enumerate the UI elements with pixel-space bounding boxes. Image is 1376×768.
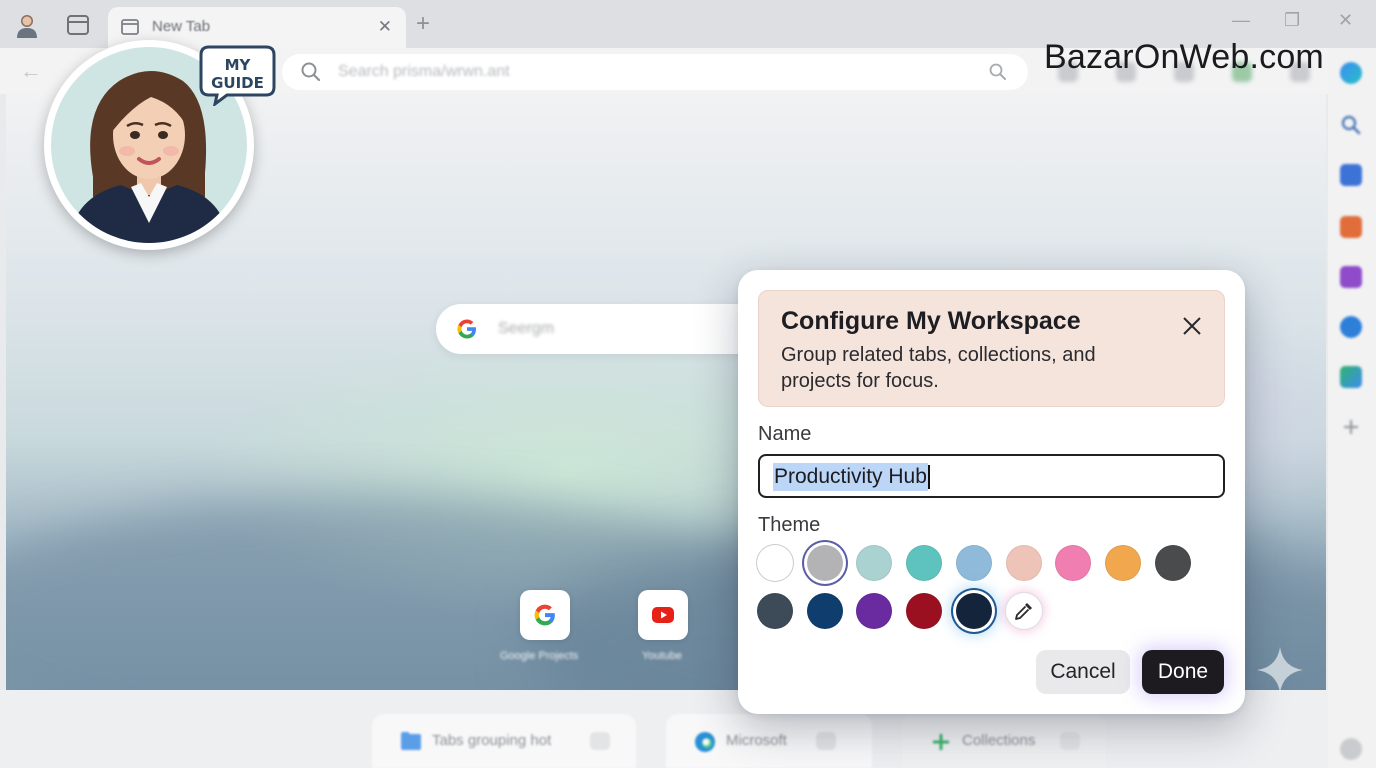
bubble-line-my: MY	[224, 56, 251, 74]
edge-icon	[694, 731, 716, 752]
tab-group-item[interactable]: Collections	[902, 714, 1106, 768]
tab-actions-icon[interactable]	[66, 14, 90, 36]
theme-swatch[interactable]	[806, 593, 843, 629]
bubble-line-guide: GUIDE	[211, 74, 264, 92]
eyedropper-icon	[1015, 603, 1032, 620]
theme-swatch[interactable]	[906, 593, 943, 629]
youtube-icon	[652, 607, 674, 623]
cancel-button[interactable]: Cancel	[1036, 650, 1130, 694]
theme-label: Theme	[758, 514, 821, 536]
sparkle-icon	[1257, 647, 1303, 693]
maximize-icon[interactable]: ❐	[1284, 10, 1300, 31]
settings-gear-icon[interactable]	[1340, 738, 1362, 760]
tab-group-label: Collections	[962, 732, 1036, 749]
tab-title: New Tab	[152, 18, 211, 35]
google-icon	[456, 318, 478, 340]
configure-workspace-dialog: Configure My Workspace Group related tab…	[738, 270, 1245, 714]
quick-link-label: Youtube	[642, 650, 682, 662]
ntp-search-text: Seergm	[498, 320, 555, 337]
zoom-icon[interactable]	[988, 62, 1008, 82]
dialog-description: Group related tabs, collections, and pro…	[781, 344, 1096, 392]
add-icon[interactable]	[590, 732, 610, 750]
window-close-icon[interactable]: ✕	[1338, 10, 1353, 31]
profile-avatar-icon[interactable]	[14, 12, 40, 38]
theme-swatch[interactable]	[955, 593, 992, 629]
tab-group-item[interactable]: Tabs grouping hot	[372, 714, 636, 768]
search-icon	[300, 61, 322, 83]
workspace-name-value: Productivity Hub	[773, 463, 930, 491]
theme-swatch[interactable]	[1104, 545, 1141, 581]
minimize-icon[interactable]: —	[1232, 10, 1250, 31]
theme-swatch[interactable]	[955, 545, 992, 581]
theme-swatch[interactable]	[757, 545, 793, 581]
speech-bubble-text: MY GUIDE	[199, 56, 276, 92]
theme-swatch[interactable]	[856, 545, 893, 581]
quick-link-tile[interactable]	[638, 590, 688, 640]
more-icon[interactable]	[1060, 732, 1080, 750]
address-text: Search prisma/wrwn.ant	[338, 63, 510, 80]
theme-swatch[interactable]	[1005, 545, 1042, 581]
quick-link-label: Google Projects	[500, 650, 579, 662]
theme-swatch[interactable]	[1154, 545, 1191, 581]
tab-close-icon[interactable]: ✕	[378, 17, 392, 37]
theme-swatch[interactable]	[1055, 545, 1092, 581]
sidebar-search-icon[interactable]	[1340, 114, 1362, 136]
theme-swatch[interactable]	[806, 545, 843, 581]
close-button[interactable]	[1175, 309, 1209, 343]
dialog-title: Configure My Workspace	[781, 307, 1081, 335]
brand-watermark: BazarOnWeb.com	[1044, 38, 1324, 76]
games-icon[interactable]	[1340, 266, 1362, 288]
google-icon	[534, 604, 555, 626]
close-icon	[1183, 317, 1201, 335]
done-button[interactable]: Done	[1142, 650, 1224, 694]
theme-swatch[interactable]	[856, 593, 893, 629]
name-label: Name	[758, 423, 812, 445]
tab-group-item[interactable]: Microsoft	[666, 714, 872, 768]
quick-link-tile[interactable]	[520, 590, 570, 640]
new-tab-button[interactable]: +	[416, 10, 430, 38]
add-sidebar-app-icon[interactable]	[1340, 416, 1362, 438]
folder-icon	[400, 731, 422, 751]
workspace-name-input[interactable]: Productivity Hub	[758, 454, 1225, 498]
address-bar[interactable]: Search prisma/wrwn.ant	[282, 54, 1028, 90]
outlook-icon[interactable]	[1340, 366, 1362, 388]
sidebar-rail	[1328, 48, 1376, 768]
back-arrow-icon[interactable]: ←	[20, 58, 42, 84]
plus-icon	[930, 731, 952, 751]
custom-color-picker[interactable]	[1006, 593, 1042, 629]
theme-swatch[interactable]	[757, 593, 793, 629]
tools-icon[interactable]	[1340, 216, 1362, 238]
dialog-header: Configure My Workspace Group related tab…	[758, 290, 1225, 407]
copilot-icon[interactable]	[1340, 62, 1362, 84]
office-icon[interactable]	[1340, 316, 1362, 338]
text-caret	[927, 465, 930, 489]
more-icon[interactable]	[816, 732, 836, 750]
shopping-icon[interactable]	[1340, 164, 1362, 186]
workspace-name-text: Productivity Hub	[774, 465, 927, 488]
theme-swatch[interactable]	[906, 545, 943, 581]
tab-group-label: Microsoft	[726, 732, 787, 749]
tab-group-label: Tabs grouping hot	[432, 732, 552, 749]
new-tab-icon	[120, 17, 140, 37]
